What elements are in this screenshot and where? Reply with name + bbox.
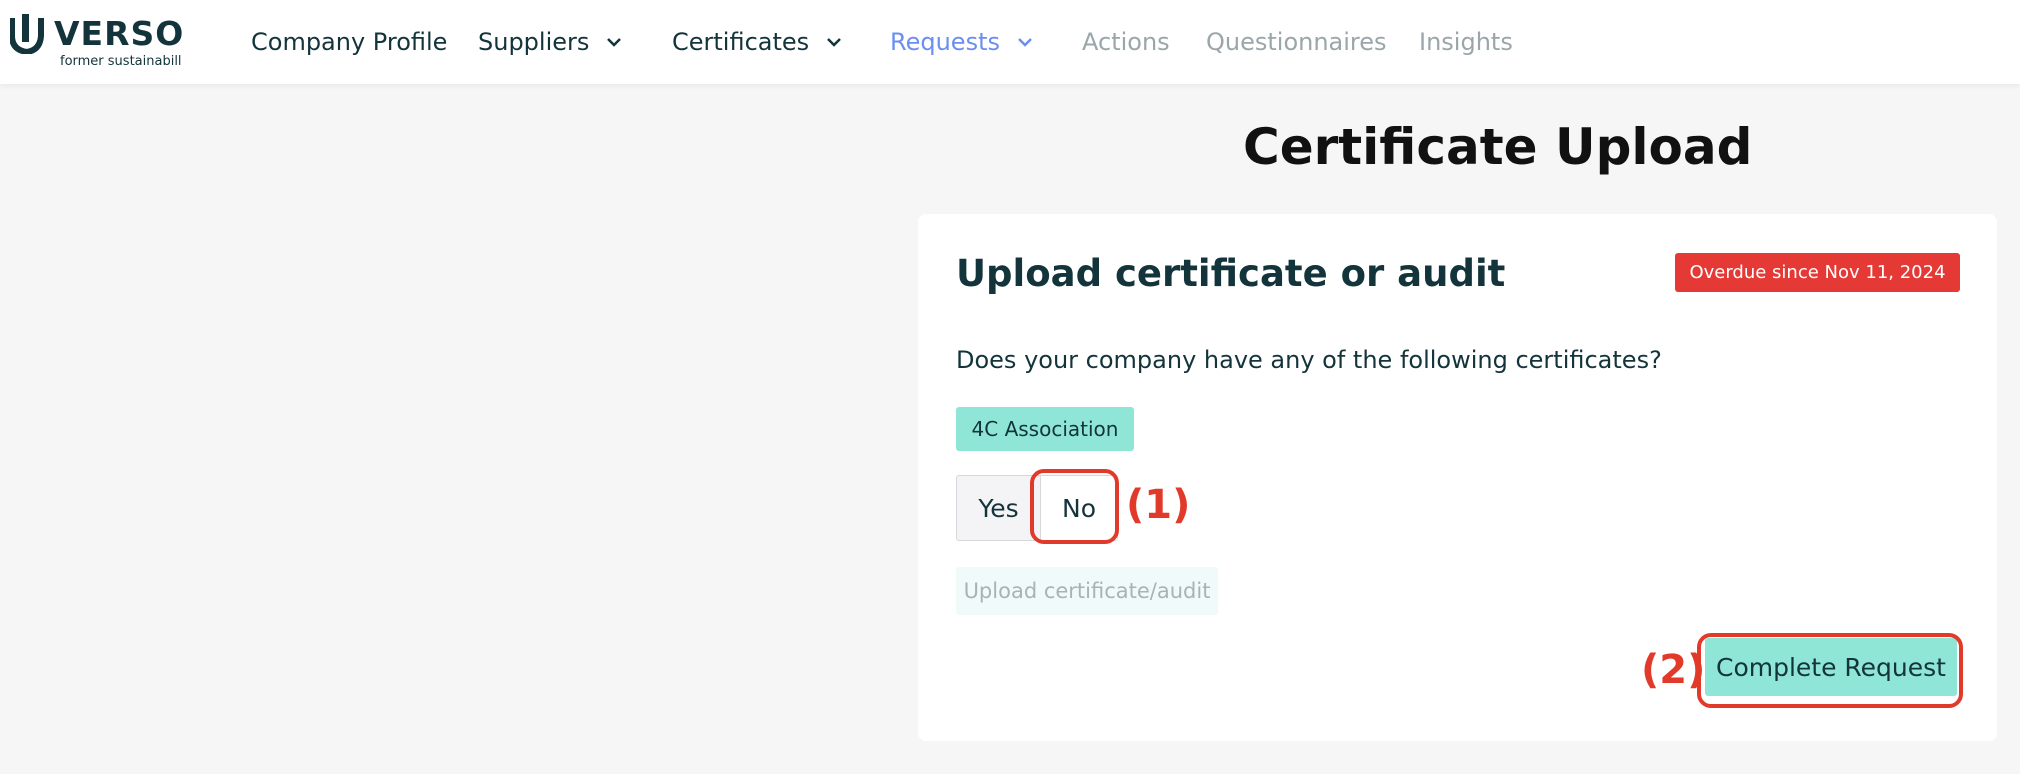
nav-questionnaires[interactable]: Questionnaires bbox=[1206, 0, 1387, 84]
logo-wordmark: VERSO bbox=[54, 14, 185, 53]
nav-certificates[interactable]: Certificates bbox=[672, 0, 843, 84]
chevron-down-icon bbox=[607, 38, 622, 47]
nav-suppliers-label: Suppliers bbox=[478, 28, 590, 56]
page-title: Certificate Upload bbox=[1243, 118, 1753, 176]
certificate-question: Does your company have any of the follow… bbox=[956, 346, 1662, 374]
certificate-tag: 4C Association bbox=[956, 407, 1134, 451]
nav-insights-label: Insights bbox=[1419, 28, 1513, 56]
annotation-step-1: (1) bbox=[1126, 482, 1191, 528]
upload-certificate-button[interactable]: Upload certificate/audit bbox=[956, 567, 1218, 615]
nav-certificates-label: Certificates bbox=[672, 28, 810, 56]
nav-company-profile[interactable]: Company Profile bbox=[251, 0, 447, 84]
verso-logo-icon bbox=[10, 14, 44, 54]
nav-company-profile-label: Company Profile bbox=[251, 28, 448, 56]
nav-requests-label: Requests bbox=[890, 28, 1000, 56]
annotation-highlight-no bbox=[1030, 469, 1119, 544]
annotation-highlight-complete bbox=[1697, 633, 1963, 708]
nav-requests[interactable]: Requests bbox=[890, 0, 1034, 84]
nav-actions[interactable]: Actions bbox=[1082, 0, 1170, 84]
yes-option-button[interactable]: Yes bbox=[956, 475, 1040, 541]
nav-questionnaires-label: Questionnaires bbox=[1206, 28, 1387, 56]
nav-insights[interactable]: Insights bbox=[1419, 0, 1513, 84]
verso-logo[interactable]: VERSO former sustainabill bbox=[10, 12, 185, 72]
chevron-down-icon bbox=[827, 38, 842, 47]
chevron-down-icon bbox=[1018, 38, 1032, 47]
logo-subtitle: former sustainabill bbox=[60, 54, 182, 69]
annotation-step-2: (2) bbox=[1641, 647, 1706, 693]
card-title: Upload certificate or audit bbox=[956, 252, 1506, 295]
top-navigation-bar: VERSO former sustainabill Company Profil… bbox=[0, 0, 2020, 84]
nav-actions-label: Actions bbox=[1082, 28, 1170, 56]
nav-suppliers[interactable]: Suppliers bbox=[478, 0, 623, 84]
overdue-status-badge: Overdue since Nov 11, 2024 bbox=[1675, 253, 1960, 292]
